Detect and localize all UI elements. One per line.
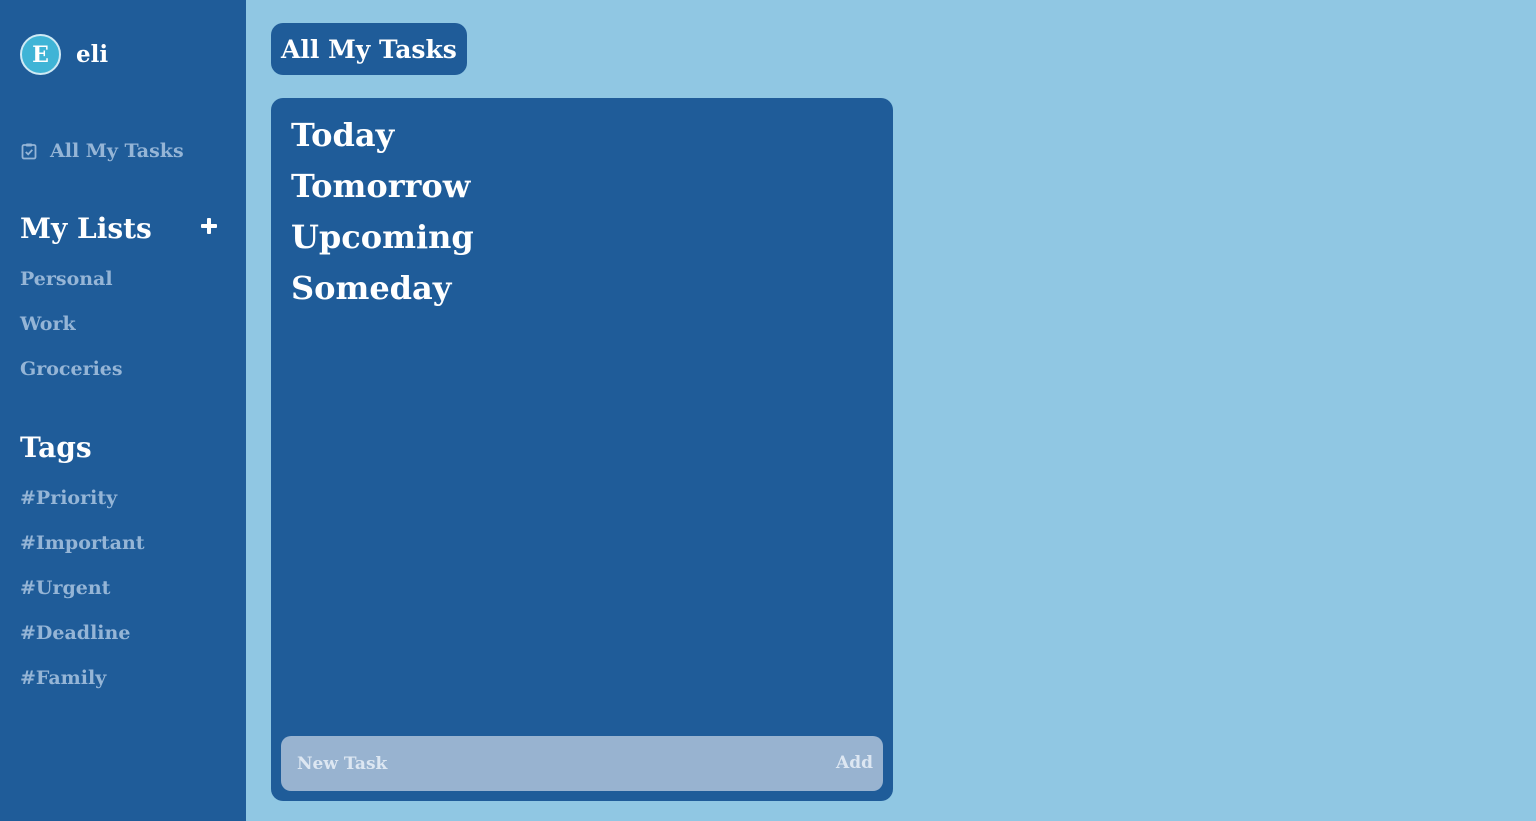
clipboard-check-icon xyxy=(20,142,38,160)
sidebar-tag-urgent[interactable]: #Urgent xyxy=(20,577,110,599)
sidebar-tag-family[interactable]: #Family xyxy=(20,667,106,689)
add-list-button[interactable] xyxy=(198,215,220,237)
page-title: All My Tasks xyxy=(271,23,467,75)
tasks-panel: Today Tomorrow Upcoming Someday Add xyxy=(271,98,893,801)
new-task-input[interactable] xyxy=(281,736,801,791)
sidebar-tag-priority[interactable]: #Priority xyxy=(20,487,117,509)
group-upcoming[interactable]: Upcoming xyxy=(291,218,474,256)
sidebar-item-all-my-tasks[interactable]: All My Tasks xyxy=(20,140,184,162)
my-lists-heading: My Lists xyxy=(20,212,152,245)
avatar[interactable]: E xyxy=(20,34,61,75)
plus-icon xyxy=(198,218,220,241)
user-profile[interactable]: E eli xyxy=(20,34,108,75)
add-task-button[interactable]: Add xyxy=(836,736,873,791)
sidebar-item-groceries[interactable]: Groceries xyxy=(20,358,123,380)
group-today[interactable]: Today xyxy=(291,116,394,154)
group-someday[interactable]: Someday xyxy=(291,269,451,307)
sidebar-item-work[interactable]: Work xyxy=(20,313,76,335)
sidebar-tag-important[interactable]: #Important xyxy=(20,532,145,554)
group-tomorrow[interactable]: Tomorrow xyxy=(291,167,470,205)
sidebar-item-label: All My Tasks xyxy=(50,140,184,162)
avatar-initial: E xyxy=(32,41,49,68)
username: eli xyxy=(76,41,109,68)
sidebar: E eli All My Tasks My Lists Personal Wor… xyxy=(0,0,246,821)
sidebar-item-personal[interactable]: Personal xyxy=(20,268,113,290)
tags-heading: Tags xyxy=(20,431,92,464)
sidebar-tag-deadline[interactable]: #Deadline xyxy=(20,622,130,644)
new-task-bar: Add xyxy=(281,736,883,791)
